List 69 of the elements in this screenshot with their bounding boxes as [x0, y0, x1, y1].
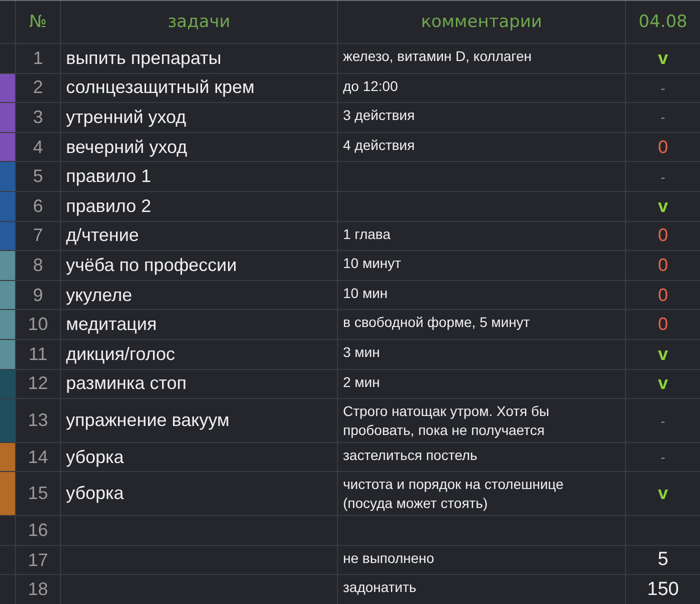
row-number: 15: [16, 472, 60, 516]
row-number: 9: [16, 280, 60, 310]
table-cell: задонатить: [338, 575, 625, 604]
column-header: задачи: [61, 1, 337, 43]
row-number: 1: [16, 44, 60, 73]
row-number: 5: [16, 162, 60, 191]
table-cell: укулеле: [61, 280, 337, 310]
table-cell: вечерний уход: [61, 132, 337, 162]
table-cell: дикция/голос: [61, 340, 337, 369]
table-cell: 4 действия: [338, 132, 625, 162]
table-cell: железо, витамин D, коллаген: [338, 44, 625, 73]
row-number: 13: [16, 399, 60, 442]
row-number: 12: [16, 370, 60, 398]
status-mark: v: [626, 472, 700, 516]
status-mark: -: [626, 399, 700, 442]
date-header: 04.08: [626, 1, 700, 43]
row-number: 6: [16, 192, 60, 221]
row-number: 8: [16, 251, 60, 280]
table-cell: не выполнено: [338, 546, 625, 574]
table-cell: медитация: [61, 310, 337, 339]
row-number: 2: [16, 74, 60, 102]
row-number: 14: [16, 442, 60, 472]
table-cell: 10 минут: [338, 251, 625, 280]
row-number: 11: [16, 340, 60, 369]
status-mark: v: [626, 44, 700, 73]
status-mark: -: [626, 442, 700, 472]
status-mark: 0: [626, 251, 700, 280]
status-mark: v: [626, 340, 700, 369]
table-cell: учёба по профессии: [61, 251, 337, 280]
status-mark: 0: [626, 310, 700, 339]
status-mark: -: [626, 74, 700, 102]
status-mark: 0: [626, 132, 700, 162]
status-mark: 5: [626, 546, 700, 574]
table-cell: до 12:00: [338, 74, 625, 102]
table-cell: 2 мин: [338, 370, 625, 398]
table-cell: правило 2: [61, 192, 337, 221]
table-cell: уборка: [61, 442, 337, 472]
status-mark: v: [626, 192, 700, 221]
row-number: 17: [16, 546, 60, 574]
table-cell: утренний уход: [61, 103, 337, 132]
table-cell: Строго натощак утром. Хотя бы пробовать, пока не получается: [338, 399, 625, 442]
status-mark: 0: [626, 280, 700, 310]
table-cell: чистота и порядок на столешнице (посуда может стоять): [338, 472, 625, 516]
row-number: 10: [16, 310, 60, 339]
table-cell: застелиться постель: [338, 442, 625, 472]
status-mark: 0: [626, 222, 700, 250]
table-cell: разминка стоп: [61, 370, 337, 398]
table-cell: уборка: [61, 472, 337, 516]
row-number: 7: [16, 222, 60, 250]
table-cell: в свободной форме, 5 минут: [338, 310, 625, 339]
row-number: 3: [16, 103, 60, 132]
table-cell: правило 1: [61, 162, 337, 191]
table-cell: 3 действия: [338, 103, 625, 132]
number-header: №: [16, 1, 60, 43]
row-number: 4: [16, 132, 60, 162]
table-cell: 10 мин: [338, 280, 625, 310]
status-mark: -: [626, 162, 700, 191]
table-cell: солнцезащитный крем: [61, 74, 337, 102]
row-number: 16: [16, 516, 60, 545]
status-mark: 150: [626, 575, 700, 604]
status-mark: v: [626, 370, 700, 398]
status-mark: -: [626, 103, 700, 132]
table-cell: д/чтение: [61, 222, 337, 250]
column-header: комментарии: [338, 1, 625, 43]
table-cell: выпить препараты: [61, 44, 337, 73]
row-number: 18: [16, 575, 60, 604]
table-cell: 3 мин: [338, 340, 625, 369]
table-cell: упражнение вакуум: [61, 399, 337, 442]
table-cell: 1 глава: [338, 222, 625, 250]
